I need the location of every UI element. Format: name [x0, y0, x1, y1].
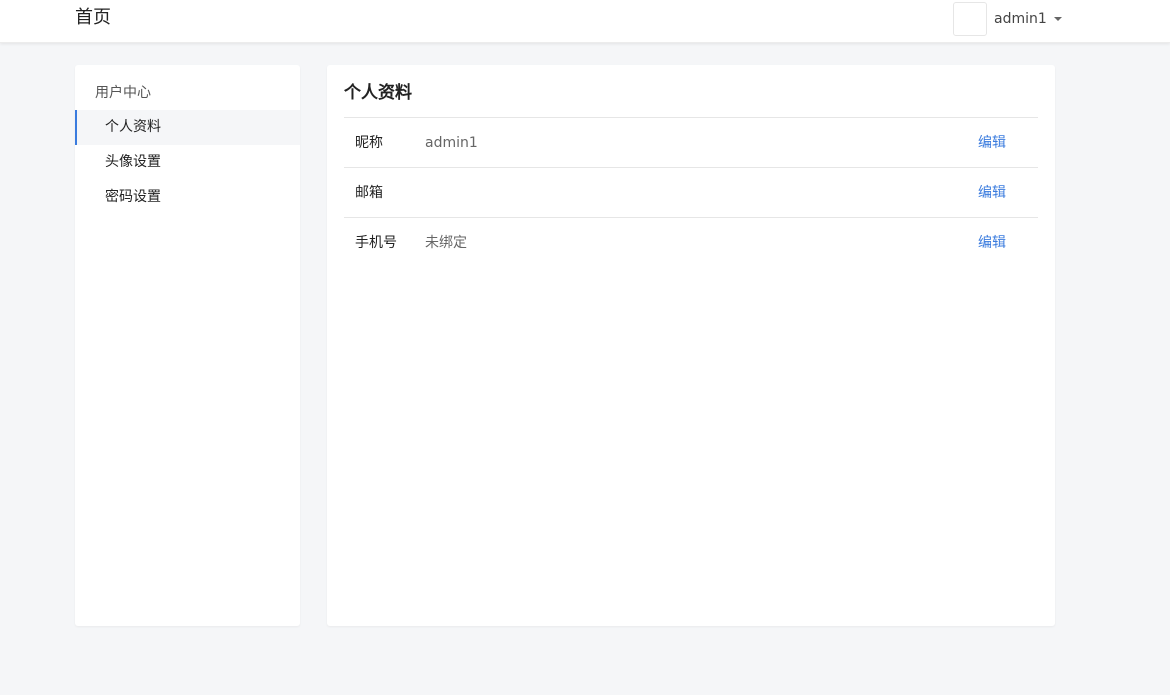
- sidebar-menu: 个人资料 头像设置 密码设置: [75, 110, 300, 215]
- home-link[interactable]: 首页: [75, 7, 111, 29]
- profile-row-nickname: 昵称 admin1 编辑: [344, 118, 1038, 168]
- email-label: 邮箱: [355, 185, 383, 201]
- nickname-label: 昵称: [355, 135, 383, 151]
- sidebar: 用户中心 个人资料 头像设置 密码设置: [75, 65, 300, 626]
- phone-value: 未绑定: [425, 235, 467, 251]
- profile-row-phone: 手机号 未绑定 编辑: [344, 218, 1038, 268]
- phone-label: 手机号: [355, 235, 397, 251]
- sidebar-heading: 用户中心: [95, 85, 151, 101]
- profile-panel: 个人资料 昵称 admin1 编辑 邮箱 编辑 手机号 未绑定 编辑: [327, 65, 1055, 626]
- avatar[interactable]: [953, 1, 987, 36]
- profile-table: 昵称 admin1 编辑 邮箱 编辑 手机号 未绑定 编辑: [344, 117, 1038, 268]
- top-navbar: 首页 admin1: [0, 0, 1170, 43]
- profile-row-email: 邮箱 编辑: [344, 168, 1038, 218]
- user-menu-dropdown[interactable]: admin1: [953, 0, 1062, 37]
- sidebar-item-password-settings[interactable]: 密码设置: [75, 180, 300, 215]
- edit-nickname-link[interactable]: 编辑: [978, 118, 1006, 168]
- username-label[interactable]: admin1: [994, 11, 1047, 27]
- edit-phone-link[interactable]: 编辑: [978, 218, 1006, 268]
- caret-down-icon[interactable]: [1053, 17, 1062, 21]
- edit-email-link[interactable]: 编辑: [978, 168, 1006, 218]
- nickname-value: admin1: [425, 135, 478, 151]
- page-title: 个人资料: [344, 83, 412, 103]
- sidebar-item-avatar-settings[interactable]: 头像设置: [75, 145, 300, 180]
- sidebar-item-profile[interactable]: 个人资料: [75, 110, 300, 145]
